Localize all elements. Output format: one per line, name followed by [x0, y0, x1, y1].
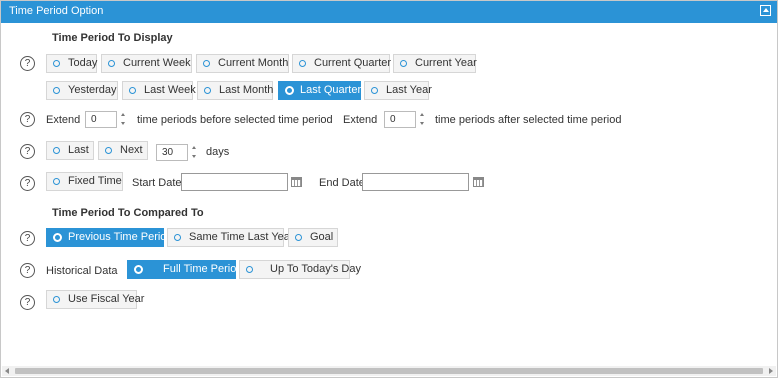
option-last[interactable]: Last: [46, 141, 94, 160]
days-unit-label: days: [206, 146, 230, 158]
option-goal[interactable]: Goal: [288, 228, 338, 247]
radio-icon: [108, 60, 115, 67]
panel-titlebar: Time Period Option: [1, 1, 777, 23]
help-icon[interactable]: ?: [20, 231, 35, 246]
panel-title: Time Period Option: [9, 5, 104, 17]
option-last-month[interactable]: Last Month: [197, 81, 273, 100]
radio-icon: [53, 60, 60, 67]
option-next[interactable]: Next: [98, 141, 148, 160]
extend-before-text: time periods before selected time period: [137, 114, 333, 126]
help-icon[interactable]: ?: [20, 295, 35, 310]
option-up-to-todays-day[interactable]: Up To Today's Day: [239, 260, 361, 279]
spinner-icon[interactable]: [121, 112, 126, 126]
extend-after-text: time periods after selected time period: [435, 114, 622, 126]
option-full-time-period[interactable]: Full Time Period: [127, 260, 242, 279]
extend-before-input[interactable]: 0: [85, 111, 117, 128]
radio-icon: [371, 87, 378, 94]
display-heading: Time Period To Display: [52, 32, 173, 44]
radio-icon: [174, 234, 181, 241]
help-icon[interactable]: ?: [20, 263, 35, 278]
option-current-year[interactable]: Current Year: [393, 54, 477, 73]
compare-heading: Time Period To Compared To: [52, 207, 204, 219]
help-icon[interactable]: ?: [20, 56, 35, 71]
option-yesterday[interactable]: Yesterday: [46, 81, 118, 100]
radio-icon: [400, 60, 407, 67]
spinner-icon[interactable]: [420, 112, 425, 126]
extend-after-input[interactable]: 0: [384, 111, 416, 128]
extend-label-2: Extend: [343, 114, 378, 126]
help-icon[interactable]: ?: [20, 176, 35, 191]
option-last-quarter[interactable]: Last Quarter: [278, 81, 361, 100]
end-date-label: End Date:: [319, 177, 368, 189]
radio-icon: [299, 60, 306, 67]
radio-icon: [53, 178, 60, 185]
radio-icon: [285, 86, 294, 95]
start-date-label: Start Date:: [132, 177, 185, 189]
radio-icon: [134, 265, 143, 274]
option-today[interactable]: Today: [46, 54, 97, 73]
radio-icon: [129, 87, 136, 94]
option-previous-time-period[interactable]: Previous Time Period: [46, 228, 173, 247]
end-date-input[interactable]: [362, 173, 469, 191]
radio-icon: [204, 87, 211, 94]
option-last-year[interactable]: Last Year: [364, 81, 432, 100]
time-period-option-panel: Time Period Option Time Period To Displa…: [0, 0, 778, 378]
radio-icon: [53, 233, 62, 242]
option-last-week[interactable]: Last Week: [122, 81, 196, 100]
days-input[interactable]: 30: [156, 144, 188, 161]
collapse-icon[interactable]: [760, 5, 771, 16]
scroll-left-icon[interactable]: [5, 368, 9, 374]
option-current-quarter[interactable]: Current Quarter: [292, 54, 391, 73]
radio-icon: [203, 60, 210, 67]
radio-icon: [246, 266, 253, 273]
option-fixed-time[interactable]: Fixed Time: [46, 172, 123, 191]
radio-icon: [295, 234, 302, 241]
help-icon[interactable]: ?: [20, 112, 35, 127]
extend-label: Extend: [46, 114, 81, 126]
radio-icon: [53, 147, 60, 154]
historical-data-label: Historical Data: [46, 265, 118, 277]
start-date-input[interactable]: [181, 173, 288, 191]
radio-icon: [53, 296, 60, 303]
scroll-right-icon[interactable]: [769, 368, 773, 374]
option-use-fiscal-year[interactable]: Use Fiscal Year: [46, 290, 144, 309]
option-current-month[interactable]: Current Month: [196, 54, 289, 73]
radio-icon: [53, 87, 60, 94]
calendar-icon[interactable]: [291, 177, 302, 187]
scrollbar-thumb[interactable]: [15, 368, 763, 374]
radio-icon: [105, 147, 112, 154]
option-same-time-last-year[interactable]: Same Time Last Year: [167, 228, 294, 247]
help-icon[interactable]: ?: [20, 144, 35, 159]
calendar-icon[interactable]: [473, 177, 484, 187]
option-current-week[interactable]: Current Week: [101, 54, 192, 73]
horizontal-scrollbar[interactable]: [2, 366, 776, 376]
spinner-icon[interactable]: [192, 145, 197, 159]
